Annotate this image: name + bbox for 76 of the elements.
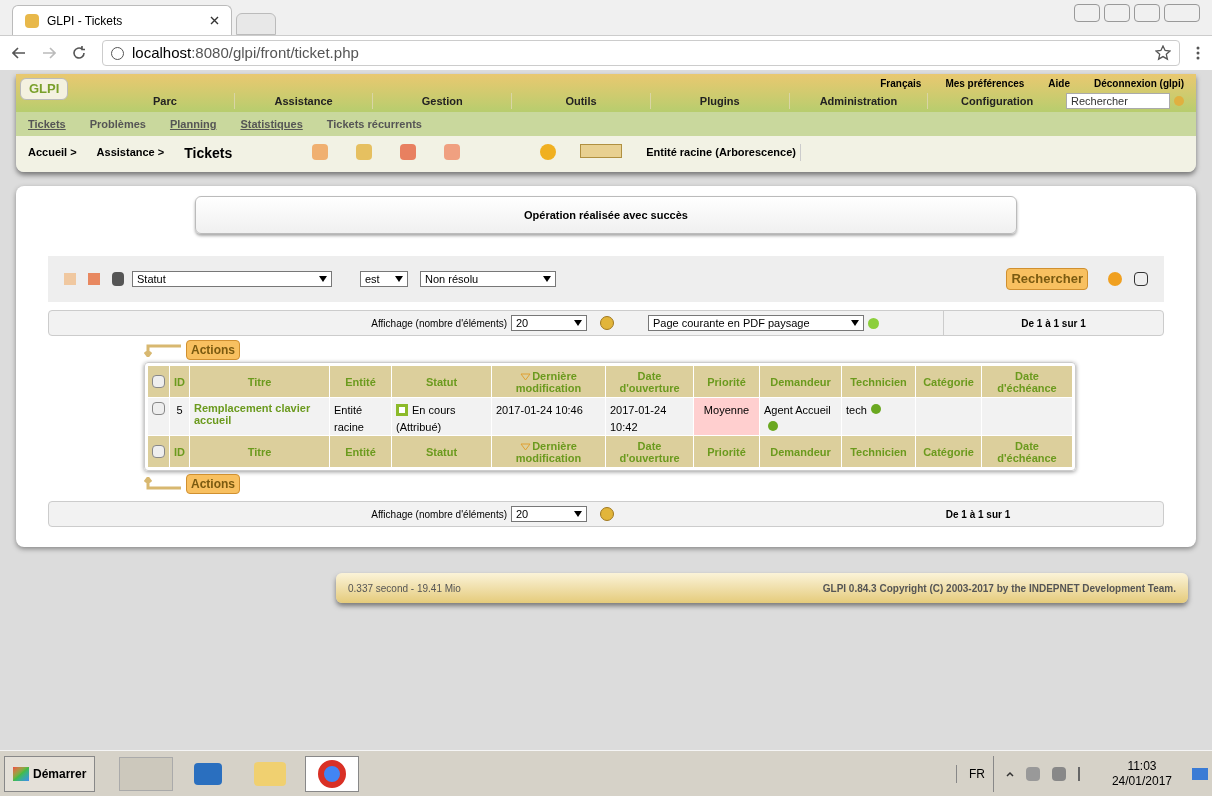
sort-triangle-icon xyxy=(520,442,532,451)
close-icon[interactable] xyxy=(210,16,219,25)
language-indicator[interactable]: FR xyxy=(955,764,985,783)
glpi-logo[interactable]: GLPI xyxy=(20,78,69,100)
page-title: Tickets xyxy=(184,144,233,163)
select-all-checkbox[interactable] xyxy=(152,375,165,389)
table-cell: 2017-01-24 10:46 xyxy=(491,397,606,436)
caret-icon xyxy=(395,276,403,282)
select-all-checkbox[interactable] xyxy=(152,445,165,459)
status-icon xyxy=(396,404,408,417)
new-tab-button[interactable] xyxy=(236,13,276,35)
header-link[interactable]: Aide xyxy=(1048,75,1070,91)
menu-tab[interactable]: Gestion xyxy=(372,92,512,110)
timing-text: 0.337 second - 19.41 Mio xyxy=(348,581,461,596)
chrome-icon[interactable] xyxy=(305,755,360,792)
glpi-favicon xyxy=(25,13,39,28)
menu-tab[interactable]: Outils xyxy=(511,92,650,110)
search-button[interactable]: Rechercher xyxy=(1006,268,1088,290)
arrow-up-icon xyxy=(144,477,182,491)
breadcrumb-link[interactable]: Assistance > xyxy=(96,144,165,161)
breadcrumb-link[interactable]: Accueil > xyxy=(28,144,77,161)
status-text: En cours xyxy=(412,403,456,418)
menu-tab[interactable]: Plugins xyxy=(649,92,789,110)
header-link[interactable]: Mes préférences xyxy=(945,75,1025,91)
search-field[interactable]: Rechercher xyxy=(1066,93,1171,109)
tab-title: GLPI - Tickets xyxy=(47,12,124,30)
caret-icon xyxy=(574,511,582,517)
submenu-link[interactable]: Problèmes xyxy=(89,115,146,133)
entity-label: Entité racine (Arborescence) xyxy=(646,144,801,161)
priority-cell: Moyenne xyxy=(693,397,760,436)
submenu-link[interactable]: Tickets xyxy=(28,115,66,133)
start-button[interactable]: Démarrer xyxy=(4,755,96,792)
forward-icon[interactable] xyxy=(42,47,56,59)
actions-button[interactable]: Actions xyxy=(186,474,240,494)
sort-triangle-icon xyxy=(520,372,532,381)
field-select[interactable]: Statut xyxy=(132,271,332,287)
menu-tab[interactable]: Parc xyxy=(96,92,234,110)
success-message: Opération réalisée avec succès xyxy=(195,196,1017,234)
count-select[interactable]: 20 xyxy=(511,315,587,331)
menu-tab[interactable]: Administration xyxy=(788,92,928,110)
pager-label: Affichage (nombre d'éléments) xyxy=(371,316,507,331)
table-cell: 2017-01-24 10:42 xyxy=(605,397,694,436)
submenu-link[interactable]: Statistiques xyxy=(240,115,303,133)
value-select[interactable]: Non résolu xyxy=(420,271,556,287)
submenu-link[interactable]: Planning xyxy=(169,115,217,133)
row-checkbox[interactable] xyxy=(152,402,165,415)
header-link[interactable]: Déconnexion (glpi) xyxy=(1094,75,1184,91)
page-range: De 1 à 1 sur 1 xyxy=(945,507,1011,522)
caret-icon xyxy=(319,276,327,282)
page-range: De 1 à 1 sur 1 xyxy=(1021,316,1086,331)
header-link[interactable]: Français xyxy=(880,75,922,91)
menu-icon[interactable] xyxy=(1196,46,1200,60)
table-cell: Entité racine xyxy=(329,397,392,436)
pager-label: Affichage (nombre d'éléments) xyxy=(371,507,507,522)
status-detail: (Attribué) xyxy=(396,420,442,433)
count-select[interactable]: 20 xyxy=(511,506,587,522)
clock[interactable]: 11:03 24/01/2017 xyxy=(1103,758,1180,789)
arrow-down-icon xyxy=(144,343,182,357)
copyright-text: GLPI 0.84.3 Copyright (C) 2003-2017 by the INDEPNET Development Team. xyxy=(822,581,1176,596)
submenu-link[interactable]: Tickets récurrents xyxy=(326,115,422,133)
windows-logo-icon xyxy=(13,766,29,781)
reload-icon[interactable] xyxy=(72,46,86,60)
caret-icon xyxy=(574,320,582,326)
chevron-up-icon[interactable] xyxy=(1005,770,1014,777)
menu-tab[interactable]: Assistance xyxy=(233,92,373,110)
export-select[interactable]: Page courante en PDF paysage xyxy=(648,315,864,331)
url-text: localhost:8080/glpi/front/ticket.php xyxy=(132,42,359,63)
actions-button[interactable]: Actions xyxy=(186,340,240,360)
requester-text: Agent Accueil xyxy=(764,404,831,416)
caret-icon xyxy=(851,320,859,326)
address-field[interactable]: localhost:8080/glpi/front/ticket.php xyxy=(102,40,1180,66)
caret-icon xyxy=(543,276,551,282)
browser-tab[interactable]: GLPI - Tickets xyxy=(12,5,232,35)
technician-text: tech xyxy=(846,404,867,416)
table-cell: 5 xyxy=(169,397,190,436)
operator-select[interactable]: est xyxy=(360,271,408,287)
